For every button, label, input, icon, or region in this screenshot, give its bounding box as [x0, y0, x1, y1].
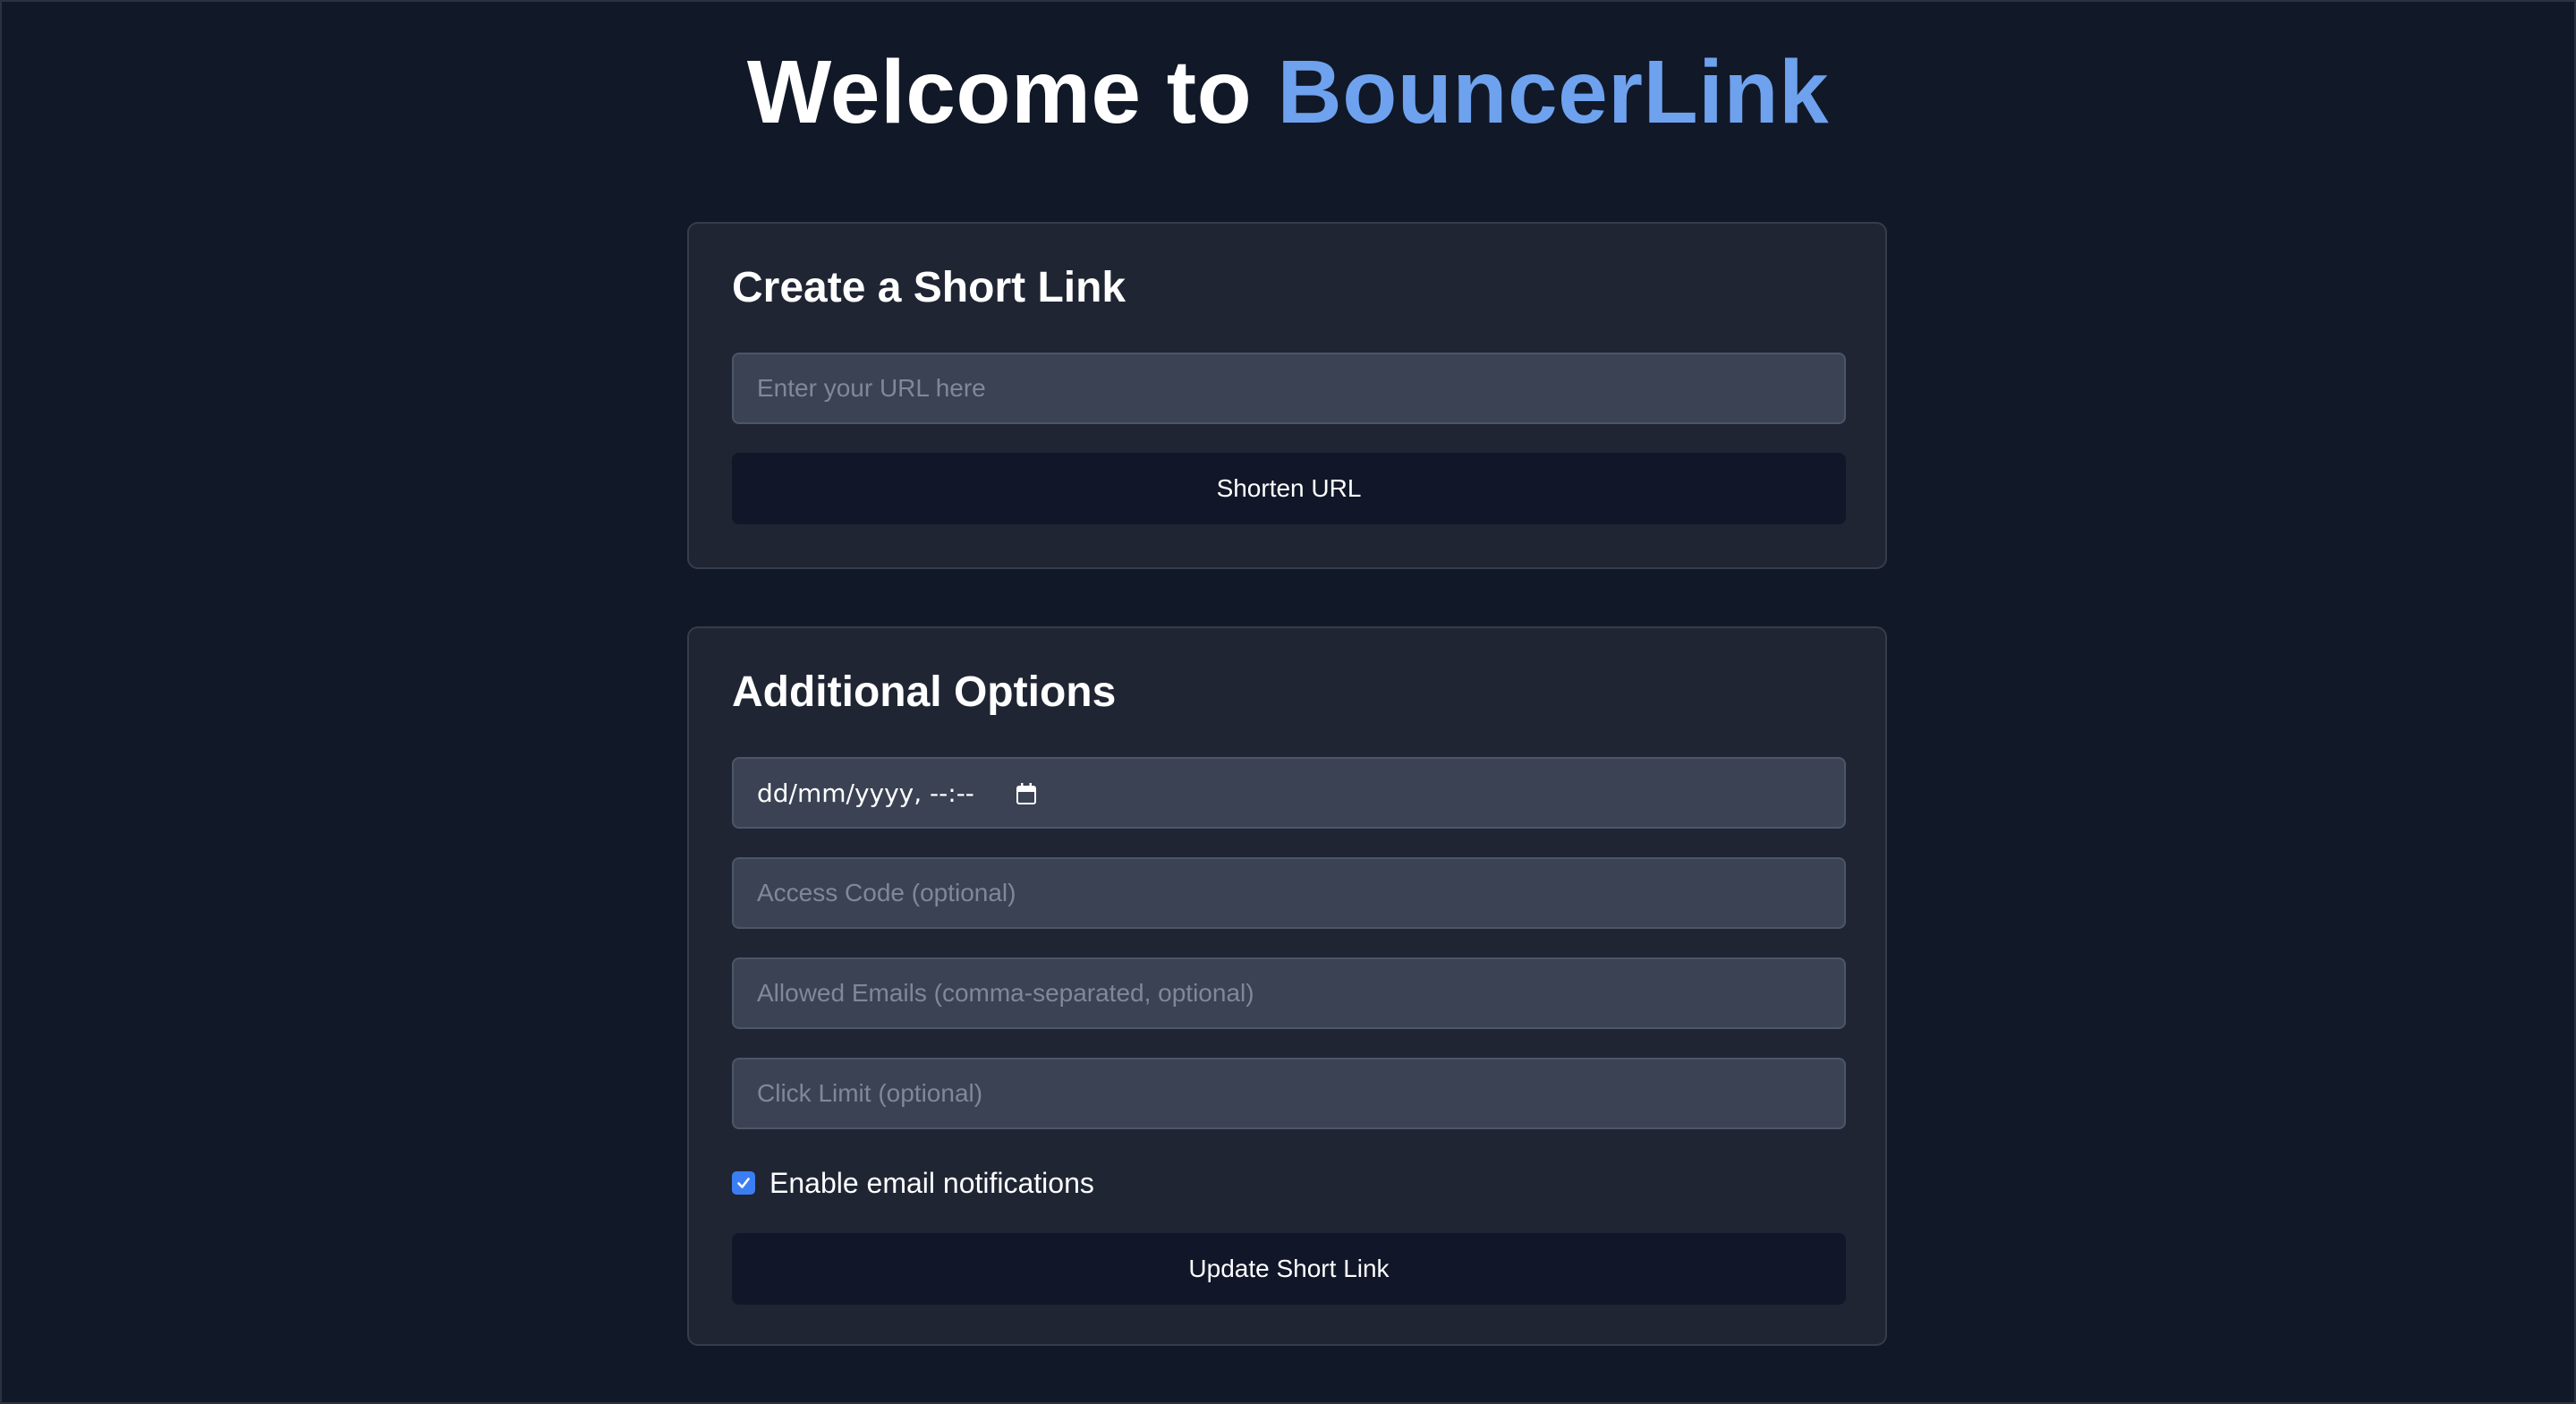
page-title-prefix: Welcome to	[746, 42, 1278, 142]
email-notifications-row[interactable]: Enable email notifications	[732, 1165, 1094, 1201]
options-card-heading: Additional Options	[732, 668, 1117, 716]
expiry-datetime-input[interactable]: dd/mm/yyyy, --:--	[732, 757, 1846, 829]
shorten-url-button[interactable]: Shorten URL	[732, 453, 1846, 524]
allowed-emails-input[interactable]	[732, 957, 1846, 1029]
create-short-link-card: Create a Short Link Shorten URL	[687, 222, 1887, 569]
url-input[interactable]	[732, 353, 1846, 424]
email-notifications-checkbox[interactable]	[732, 1171, 755, 1195]
update-short-link-button[interactable]: Update Short Link	[732, 1233, 1846, 1305]
additional-options-card: Additional Options dd/mm/yyyy, --:-- Ena…	[687, 626, 1887, 1346]
brand-name: BouncerLink	[1277, 42, 1830, 142]
calendar-icon[interactable]	[1016, 783, 1036, 804]
page-title: Welcome to BouncerLink	[0, 43, 2576, 141]
email-notifications-label: Enable email notifications	[769, 1166, 1094, 1199]
checkmark-icon	[737, 1178, 750, 1188]
expiry-datetime-value: dd/mm/yyyy, --:--	[757, 778, 974, 808]
click-limit-input[interactable]	[732, 1058, 1846, 1129]
access-code-input[interactable]	[732, 857, 1846, 929]
create-card-heading: Create a Short Link	[732, 264, 1126, 311]
